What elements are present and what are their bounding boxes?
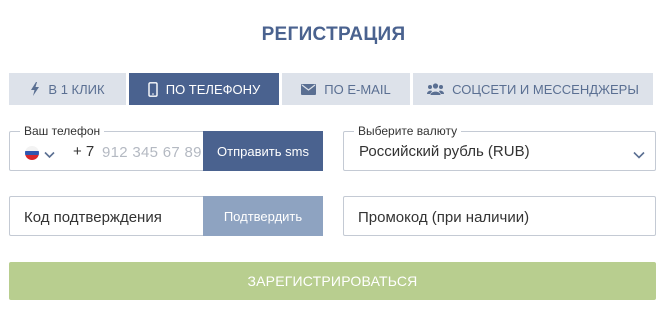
promo-code-input[interactable] [358,206,638,228]
phone-input[interactable] [102,141,202,163]
tab-label: В 1 КЛИК [48,81,105,97]
users-icon [427,83,445,95]
promo-code-field [343,196,656,236]
page-title: РЕГИСТРАЦИЯ [261,24,406,45]
country-code: + 7 [73,143,95,160]
russia-flag-icon[interactable] [25,146,39,160]
send-sms-button[interactable]: Отправить sms [203,131,323,171]
tab-label: ПО ТЕЛЕФОНУ [165,81,261,97]
lightning-icon [30,82,40,96]
tab-one-click[interactable]: В 1 КЛИК [9,73,126,105]
confirm-button[interactable]: Подтвердить [203,196,323,236]
confirmation-code-input[interactable] [24,206,194,228]
phone-field: Ваш телефон + 7 Отправить sms [9,124,323,171]
register-button[interactable]: ЗАРЕГИСТРИРОВАТЬСЯ [9,262,656,300]
tab-social-messengers[interactable]: СОЦСЕТИ И МЕССЕНДЖЕРЫ [413,73,653,105]
envelope-icon [301,83,317,95]
currency-select[interactable]: Выберите валюту Российский рубль (RUB) [343,124,656,171]
chevron-down-icon[interactable] [633,146,645,164]
tab-by-phone[interactable]: ПО ТЕЛЕФОНУ [129,73,279,105]
tab-label: ПО E-MAIL [324,81,391,97]
currency-field-label: Выберите валюту [354,124,462,138]
phone-field-label: Ваш телефон [20,124,105,138]
tab-label: СОЦСЕТИ И МЕССЕНДЖЕРЫ [452,81,639,97]
chevron-down-icon[interactable] [44,146,55,164]
registration-tabs: В 1 КЛИК ПО ТЕЛЕФОНУ ПО E-MAIL СОЦСЕТИ И… [9,73,656,105]
phone-icon [148,81,158,97]
currency-selected-value: Российский рубль (RUB) [359,143,530,160]
confirmation-code-field: Подтвердить [9,196,323,236]
tab-by-email[interactable]: ПО E-MAIL [282,73,410,105]
